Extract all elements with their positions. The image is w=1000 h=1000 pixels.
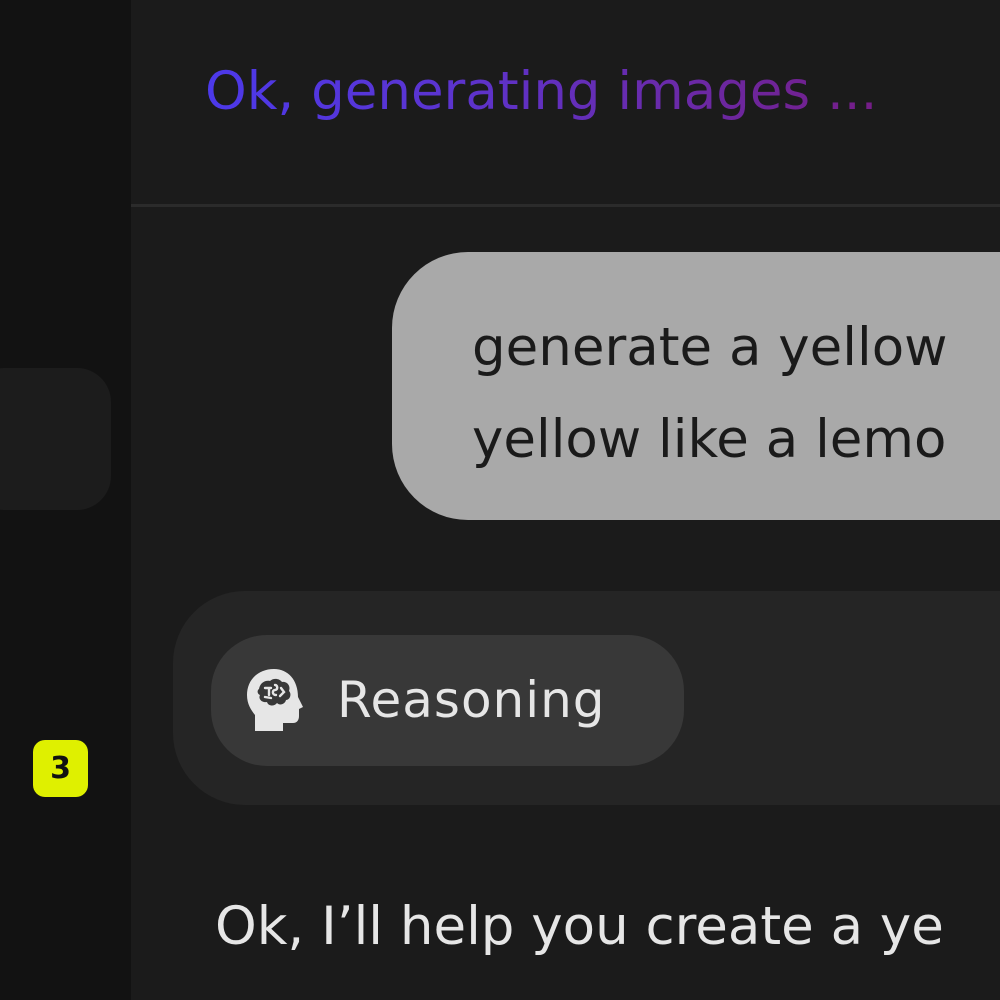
reasoning-label: Reasoning [337, 671, 606, 729]
assistant-message-text: Ok, I’ll help you create a ye [215, 896, 944, 957]
reasoning-toggle-button[interactable]: Reasoning [211, 635, 684, 766]
header-divider [131, 204, 1000, 207]
user-message-bubble: generate a yellow yellow like a lemo [392, 252, 1000, 520]
chat-app: 3 Ok, generating images ... generate a y… [0, 0, 1000, 1000]
reasoning-panel: Reasoning [173, 591, 1000, 805]
chat-header: Ok, generating images ... [131, 0, 1000, 204]
generation-status: Ok, generating images ... [205, 52, 878, 132]
brain-head-icon [243, 667, 305, 733]
chat-main: Ok, generating images ... generate a yel… [131, 0, 1000, 1000]
user-message-text: generate a yellow yellow like a lemo [472, 317, 948, 470]
sidebar-item-selected[interactable] [0, 368, 111, 510]
sidebar: 3 [0, 0, 132, 1000]
count-badge[interactable]: 3 [33, 740, 88, 797]
